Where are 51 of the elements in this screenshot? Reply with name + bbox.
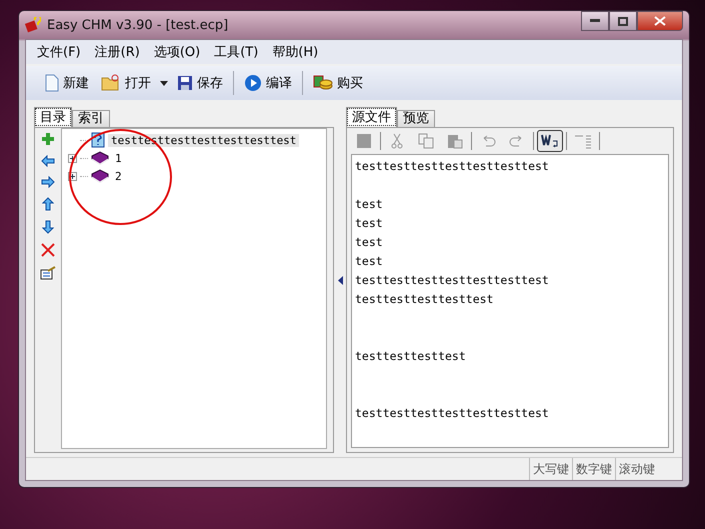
tab[interactable]: 索引 — [72, 110, 110, 127]
tab[interactable]: 源文件 — [346, 107, 397, 127]
folder-icon — [101, 74, 121, 92]
menu-item[interactable]: 工具(T) — [207, 43, 266, 61]
app-icon — [25, 17, 41, 33]
toolbar-button[interactable]: 打开 — [96, 71, 156, 95]
down-arrow-icon[interactable] — [42, 220, 54, 234]
properties-icon[interactable] — [40, 266, 56, 280]
right-arrow-icon[interactable] — [41, 176, 55, 188]
tab[interactable]: 目录 — [34, 107, 72, 127]
menu-item[interactable]: 选项(O) — [146, 43, 208, 61]
splitter-arrow-icon[interactable] — [338, 276, 342, 285]
window-title: Easy CHM v3.90 - [test.ecp] — [47, 18, 228, 32]
toolbar-button[interactable]: 新建 — [40, 71, 94, 95]
scissors-icon — [391, 133, 403, 149]
toolbar-button[interactable]: 购买 — [308, 71, 368, 95]
square-icon — [357, 134, 371, 148]
minimize-button[interactable] — [581, 11, 609, 31]
left-arrow-icon[interactable] — [41, 155, 55, 167]
close-button[interactable] — [637, 11, 683, 31]
status-pane: 滚动键 — [615, 458, 682, 480]
source-editor[interactable]: testtesttesttesttesttesttest test test test test testtesttesttesttesttesttest testtesttesttesttest testtesttesttest testtesttesttesttesttesttest — [351, 154, 669, 448]
tree-item[interactable]: 2 — [112, 170, 125, 182]
maximize-icon — [618, 16, 628, 26]
status-pane: 数字键 — [572, 458, 615, 480]
up-arrow-icon[interactable] — [42, 197, 54, 211]
menu-item[interactable]: 帮助(H) — [265, 43, 326, 61]
delete-icon[interactable] — [41, 243, 55, 257]
book-icon — [91, 169, 109, 183]
minimize-icon — [590, 19, 600, 23]
play-icon — [244, 74, 262, 92]
clipboard-icon — [447, 133, 463, 149]
tree-item[interactable]: 1 — [112, 152, 125, 164]
document-icon — [45, 74, 59, 92]
menu-item[interactable]: 注册(R) — [88, 43, 147, 61]
menu-item[interactable]: 文件(F) — [30, 43, 88, 61]
tab[interactable]: 预览 — [397, 110, 435, 127]
editor-tool-button[interactable] — [537, 130, 563, 152]
word-wrap-icon — [541, 133, 559, 149]
coins-icon — [313, 74, 333, 92]
ruler-icon — [574, 133, 592, 149]
dropdown-arrow-icon[interactable] — [160, 80, 168, 86]
close-icon — [654, 16, 666, 26]
plus-icon[interactable] — [41, 132, 55, 146]
copy-icon — [418, 133, 434, 149]
toolbar-button[interactable]: 保存 — [172, 71, 228, 95]
maximize-button[interactable] — [609, 11, 637, 31]
status-pane: 大写键 — [529, 458, 572, 480]
book-icon — [91, 151, 109, 165]
toolbar-button[interactable]: 编译 — [239, 71, 297, 95]
help-page-icon — [91, 132, 105, 148]
